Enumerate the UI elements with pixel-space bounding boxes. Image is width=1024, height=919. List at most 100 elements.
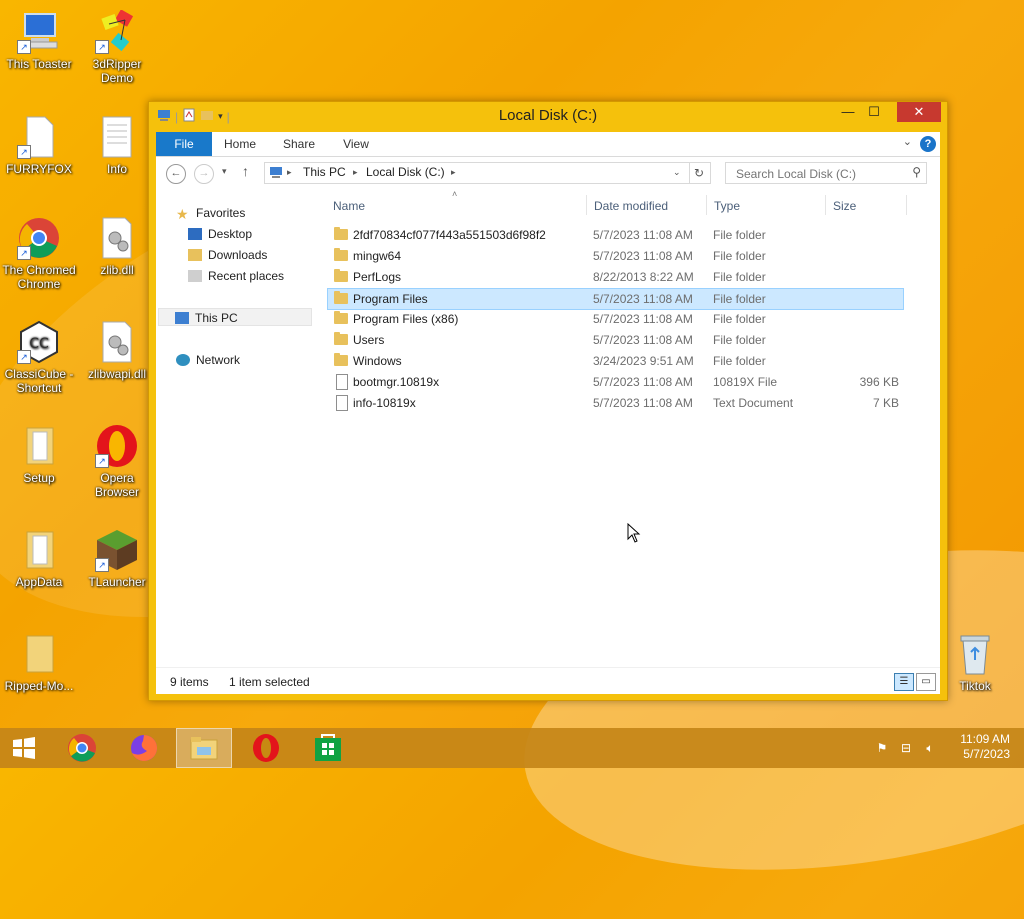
forward-button[interactable]: → xyxy=(194,164,214,184)
close-button[interactable]: ✕ xyxy=(897,102,941,122)
file-row[interactable]: Program Files 5/7/2023 11:08 AM File folde… xyxy=(327,288,904,310)
breadcrumb-local-disk[interactable]: Local Disk (C:) xyxy=(366,165,445,179)
desktop-icon-setup[interactable]: Setup xyxy=(0,424,78,485)
explorer-window[interactable]: | ▾ | Local Disk (C:) — ☐ ✕ File Home Sh… xyxy=(148,101,948,701)
nav-item-this-pc[interactable]: This PC xyxy=(158,308,312,326)
file-row[interactable]: bootmgr.10819x 5/7/2023 11:08 AM 10819X Fi… xyxy=(328,372,903,392)
taskbar-opera[interactable] xyxy=(238,728,294,768)
nav-label: This PC xyxy=(195,311,238,325)
volume-muted-icon[interactable]: 🔈︎ xyxy=(922,741,938,755)
folder-icon xyxy=(334,291,348,304)
network-status-icon[interactable]: ⊟ xyxy=(898,741,914,755)
search-input[interactable] xyxy=(734,166,898,182)
desktop-icon-zlibwapi[interactable]: zlibwapi.dll xyxy=(78,320,156,381)
recent-locations-icon[interactable]: ▾ xyxy=(222,166,227,177)
column-header-name[interactable]: Name xyxy=(333,199,365,213)
ribbon-expand-icon[interactable]: ⌄ xyxy=(903,135,912,148)
file-name: Program Files (x86) xyxy=(353,312,459,326)
taskbar-store[interactable] xyxy=(300,728,356,768)
nav-label: Network xyxy=(196,353,241,367)
file-type: 10819X File xyxy=(713,375,778,389)
start-button[interactable] xyxy=(0,728,48,768)
maximize-button[interactable]: ☐ xyxy=(861,102,887,122)
refresh-button[interactable]: ↻ xyxy=(688,162,711,184)
column-header-date[interactable]: Date modified xyxy=(594,199,668,213)
desktop-icon-3dripper[interactable]: ↗ 3dRipper Demo xyxy=(78,9,156,85)
file-row[interactable]: PerfLogs 8/22/2013 8:22 AM File folder xyxy=(328,267,903,287)
tab-file[interactable]: File xyxy=(156,132,212,156)
desktop-icon-label: The Chromed Chrome xyxy=(2,263,76,291)
file-name: mingw64 xyxy=(353,249,402,263)
up-arrow-icon[interactable]: ↑ xyxy=(242,163,249,179)
file-row[interactable]: Users 5/7/2023 11:08 AM File folder xyxy=(328,330,903,350)
desktop-icon-tlauncher[interactable]: ↗ TLauncher xyxy=(78,528,156,589)
address-bar[interactable]: ▸ This PC ▸ Local Disk (C:) ▸ ⌄ xyxy=(264,162,690,184)
desktop-icon-appdata[interactable]: AppData xyxy=(0,528,78,589)
computer-icon: ↗ xyxy=(17,10,61,54)
folder-icon xyxy=(334,311,348,324)
column-header-size[interactable]: Size xyxy=(833,199,856,213)
column-divider[interactable] xyxy=(586,195,587,215)
column-divider[interactable] xyxy=(825,195,826,215)
chrome-icon xyxy=(68,734,96,762)
desktop-icon-info[interactable]: Info xyxy=(78,115,156,176)
file-type: File folder xyxy=(713,292,766,306)
opera-icon: ↗ xyxy=(95,424,139,468)
file-row[interactable]: Program Files (x86) 5/7/2023 11:08 AM File… xyxy=(328,309,903,329)
firefox-icon xyxy=(131,735,157,761)
breadcrumb-chevron-icon[interactable]: ▸ xyxy=(451,167,456,178)
column-divider[interactable] xyxy=(706,195,707,215)
desktop-icon-this-toaster[interactable]: ↗ This Toaster xyxy=(0,10,78,71)
back-button[interactable]: ← xyxy=(166,164,186,184)
nav-item-desktop[interactable]: Desktop xyxy=(188,225,252,243)
search-icon[interactable]: ⚲ xyxy=(912,165,921,179)
help-icon[interactable]: ? xyxy=(920,136,936,152)
opera-icon xyxy=(253,734,279,762)
details-view-button[interactable]: ☰ xyxy=(894,673,914,691)
minimize-button[interactable]: — xyxy=(835,102,861,122)
nav-item-favorites[interactable]: ★ Favorites xyxy=(176,204,245,222)
system-clock[interactable]: 11:09 AM 5/7/2023 xyxy=(960,732,1010,762)
breadcrumb-chevron-icon[interactable]: ▸ xyxy=(287,167,292,178)
nav-item-network[interactable]: Network xyxy=(176,351,240,369)
tab-view[interactable]: View xyxy=(334,132,378,156)
desktop-icon-ripped[interactable]: Ripped-Mo... xyxy=(0,632,78,693)
column-divider[interactable] xyxy=(906,195,907,215)
tab-home[interactable]: Home xyxy=(218,132,262,156)
title-bar[interactable]: | ▾ | Local Disk (C:) — ☐ ✕ xyxy=(149,102,947,130)
file-row[interactable]: info-10819x 5/7/2023 11:08 AM Text Documen… xyxy=(328,393,903,413)
taskbar-chrome[interactable] xyxy=(54,728,110,768)
file-row[interactable]: mingw64 5/7/2023 11:08 AM File folder xyxy=(328,246,903,266)
nav-label: Downloads xyxy=(208,248,268,262)
desktop-icon-classicube[interactable]: CC ↗ ClassiCube - Shortcut xyxy=(0,320,78,395)
navigation-bar: ← → ▾ ↑ ▸ This PC ▸ Local Disk (C:) ▸ ⌄ … xyxy=(156,157,940,189)
desktop-icon-furryfox[interactable]: ↗ FURRYFOX xyxy=(0,115,78,176)
downloads-icon xyxy=(188,249,202,261)
desktop-icon-label: Opera Browser xyxy=(94,471,139,499)
nav-item-downloads[interactable]: Downloads xyxy=(188,246,267,264)
search-box[interactable]: ⚲ xyxy=(725,162,927,184)
taskbar-file-explorer[interactable] xyxy=(176,728,232,768)
taskbar-firefox[interactable] xyxy=(116,728,172,768)
tab-share[interactable]: Share xyxy=(274,132,324,156)
text-file-icon xyxy=(95,115,139,159)
store-icon xyxy=(315,734,341,761)
desktop-icon-zlib[interactable]: zlib.dll xyxy=(78,216,156,277)
desktop-icon-opera[interactable]: ↗ Opera Browser xyxy=(78,424,156,499)
breadcrumb-this-pc[interactable]: This PC xyxy=(303,165,346,179)
breadcrumb-chevron-icon[interactable]: ▸ xyxy=(353,167,358,178)
large-icons-view-button[interactable]: ▭ xyxy=(916,673,936,691)
file-icon xyxy=(336,374,348,390)
chrome-icon: ↗ xyxy=(17,216,61,260)
nav-label: Favorites xyxy=(196,206,246,220)
column-header-type[interactable]: Type xyxy=(714,199,740,213)
file-row[interactable]: 2fdf70834cf077f443a551503d6f98f2 5/7/2023… xyxy=(328,225,903,245)
action-center-flag-icon[interactable]: ⚑ xyxy=(874,741,890,755)
desktop-icon-chrome[interactable]: ↗ The Chromed Chrome xyxy=(0,216,78,291)
address-dropdown-icon[interactable]: ⌄ xyxy=(673,167,681,178)
file-name: Users xyxy=(353,333,385,347)
nav-item-recent-places[interactable]: Recent places xyxy=(188,267,284,285)
svg-text:CC: CC xyxy=(29,336,49,352)
file-row[interactable]: Windows 3/24/2023 9:51 AM File folder xyxy=(328,351,903,371)
file-name: Windows xyxy=(353,354,402,368)
